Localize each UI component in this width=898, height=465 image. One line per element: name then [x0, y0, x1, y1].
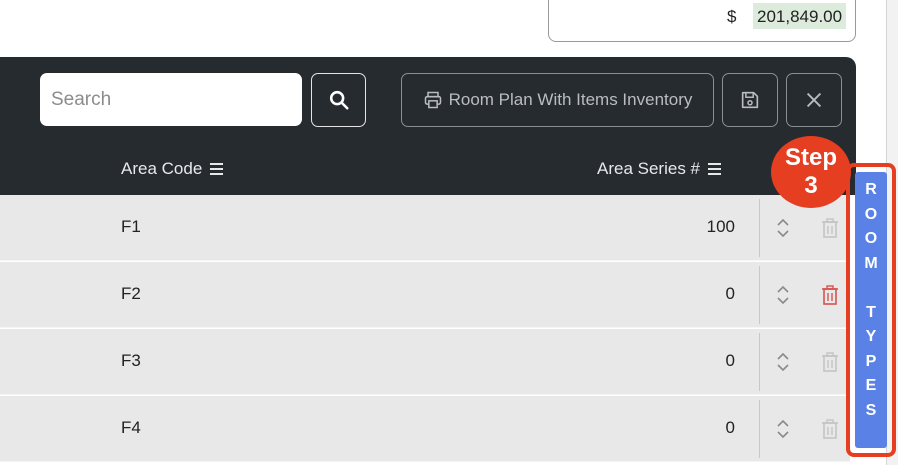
table-row[interactable]: F4 0 [0, 396, 850, 462]
row-divider [759, 266, 760, 324]
room-types-letter: S [865, 401, 877, 419]
room-plan-label: Room Plan With Items Inventory [448, 90, 693, 109]
area-series-cell: 0 [725, 418, 735, 437]
room-types-letter: P [865, 352, 877, 370]
save-icon [741, 91, 759, 109]
menu-icon[interactable] [210, 163, 224, 175]
row-divider [759, 400, 760, 458]
step-badge-number: 3 [804, 172, 818, 199]
total-amount-box: $ 201,849.00 [548, 0, 856, 42]
room-types-tab[interactable]: R O O M T Y P E S [855, 172, 887, 448]
drag-handle-icon[interactable] [773, 418, 793, 440]
close-icon [806, 92, 822, 108]
table-row[interactable]: F2 0 [0, 262, 850, 328]
save-button[interactable] [722, 73, 778, 127]
trash-icon[interactable] [820, 217, 840, 239]
trash-icon[interactable] [820, 418, 840, 440]
column-header-area-series[interactable]: Area Series # [597, 159, 721, 179]
step-badge: Step 3 [771, 136, 851, 208]
area-code-cell: F4 [121, 418, 141, 437]
search-icon [329, 90, 349, 110]
area-series-label: Area Series # [597, 159, 700, 178]
area-code-cell: F2 [121, 284, 141, 303]
menu-icon[interactable] [708, 163, 721, 175]
column-header-area-code[interactable]: Area Code [121, 159, 224, 179]
trash-icon[interactable] [820, 351, 840, 373]
table-row[interactable]: F1 100 [0, 195, 850, 261]
table-row[interactable]: F3 0 [0, 329, 850, 395]
trash-icon[interactable] [820, 284, 840, 306]
area-code-label: Area Code [121, 159, 203, 178]
area-code-cell: F3 [121, 351, 141, 370]
close-button[interactable] [786, 73, 842, 127]
room-types-letter: R [865, 181, 877, 198]
room-types-letter: M [864, 254, 878, 272]
room-types-letter: T [866, 303, 876, 321]
step-badge-label: Step [784, 144, 837, 171]
table-toolbar: Room Plan With Items Inventory Area Code… [0, 57, 856, 195]
search-input[interactable] [40, 73, 302, 126]
printer-icon [424, 91, 441, 109]
room-types-letter: Y [865, 328, 877, 345]
app-stage: $ 201,849.00 Room Plan With Items Invent… [0, 0, 898, 465]
drag-handle-icon[interactable] [773, 351, 793, 373]
room-plan-inventory-button[interactable]: Room Plan With Items Inventory [401, 73, 714, 127]
drag-handle-icon[interactable] [773, 217, 793, 239]
room-types-letter: E [865, 377, 877, 394]
area-series-cell: 100 [706, 217, 735, 236]
area-code-cell: F1 [121, 217, 141, 236]
total-amount: 201,849.00 [753, 3, 847, 29]
row-divider [759, 199, 760, 257]
row-divider [759, 333, 760, 391]
area-series-cell: 0 [725, 284, 735, 303]
search-button[interactable] [311, 73, 366, 127]
area-series-cell: 0 [725, 351, 735, 370]
currency-symbol: $ [727, 7, 737, 26]
room-types-letter: O [864, 205, 878, 223]
room-types-letter: O [864, 230, 878, 247]
drag-handle-icon[interactable] [773, 284, 793, 306]
